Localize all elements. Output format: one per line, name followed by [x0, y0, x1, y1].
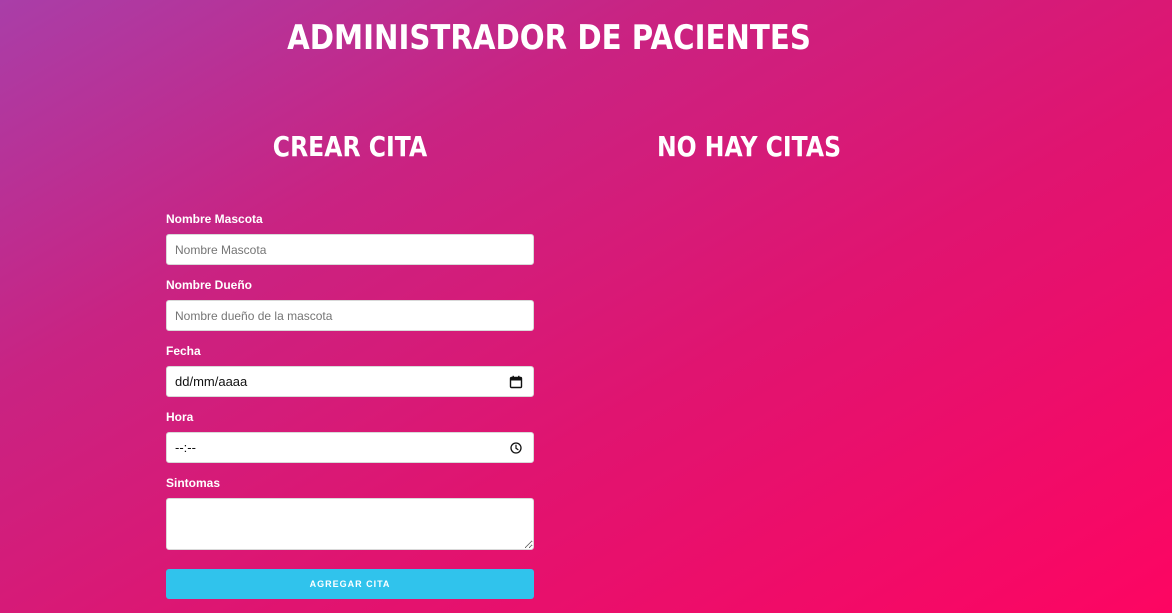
- date-label: Fecha: [166, 344, 201, 358]
- pet-name-label: Nombre Mascota: [166, 212, 263, 226]
- date-input[interactable]: dd/mm/aaaa: [166, 366, 534, 397]
- time-value: --:--: [175, 440, 196, 455]
- pet-name-input[interactable]: [166, 234, 534, 265]
- appointment-form: Nombre Mascota Nombre Dueño Fecha dd/mm/…: [166, 212, 534, 599]
- symptoms-label: Sintomas: [166, 476, 221, 490]
- date-value: dd/mm/aaaa: [175, 374, 248, 389]
- time-label: Hora: [166, 410, 194, 424]
- clock-icon[interactable]: [509, 441, 523, 455]
- calendar-icon[interactable]: [509, 375, 523, 389]
- appointments-title: NO HAY CITAS: [656, 130, 842, 163]
- owner-name-input[interactable]: [166, 300, 534, 331]
- symptoms-textarea[interactable]: [166, 498, 534, 550]
- owner-name-label: Nombre Dueño: [166, 278, 253, 292]
- page-title: ADMINISTRADOR DE PACIENTES: [287, 18, 811, 58]
- add-appointment-button[interactable]: AGREGAR CITA: [166, 569, 534, 599]
- form-title: CREAR CITA: [272, 130, 428, 163]
- time-input[interactable]: --:--: [166, 432, 534, 463]
